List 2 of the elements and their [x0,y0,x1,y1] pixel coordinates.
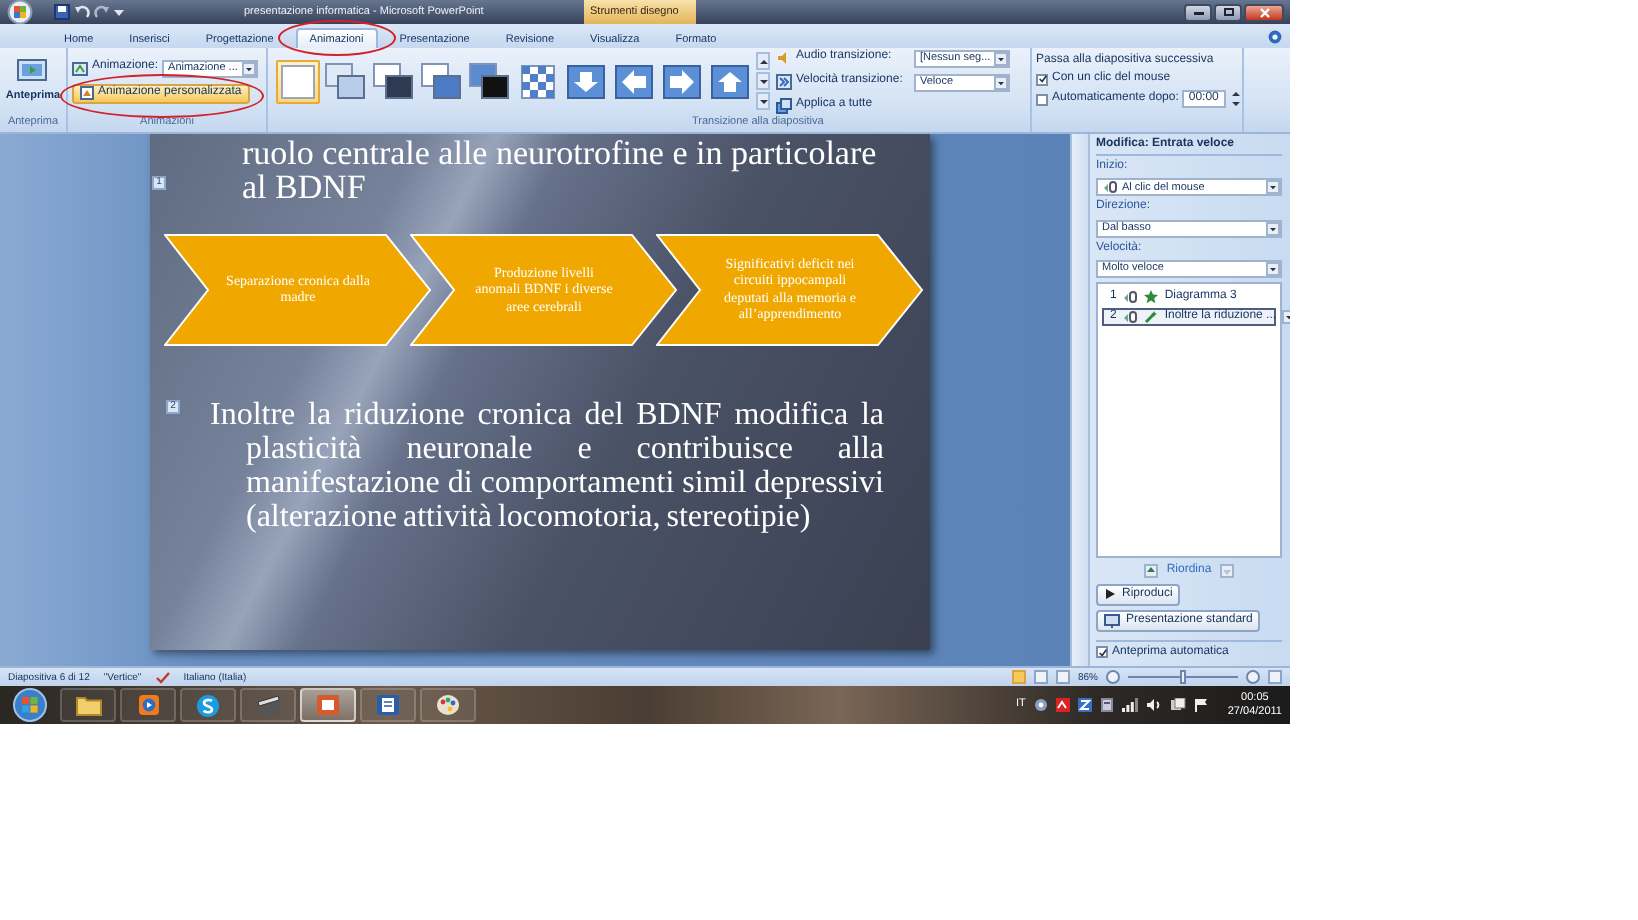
slide-text: ruolo centrale alle neurotrofine e in particolare al BDNF [242,136,879,204]
slide-text: Inoltre la riduzione cronica del BDNF modifica la plasticità neuronale e contribuisce alla manifestazione di comportamenti simil depressivi (alterazione attività locomotoria, stereotipie) [210,398,884,534]
